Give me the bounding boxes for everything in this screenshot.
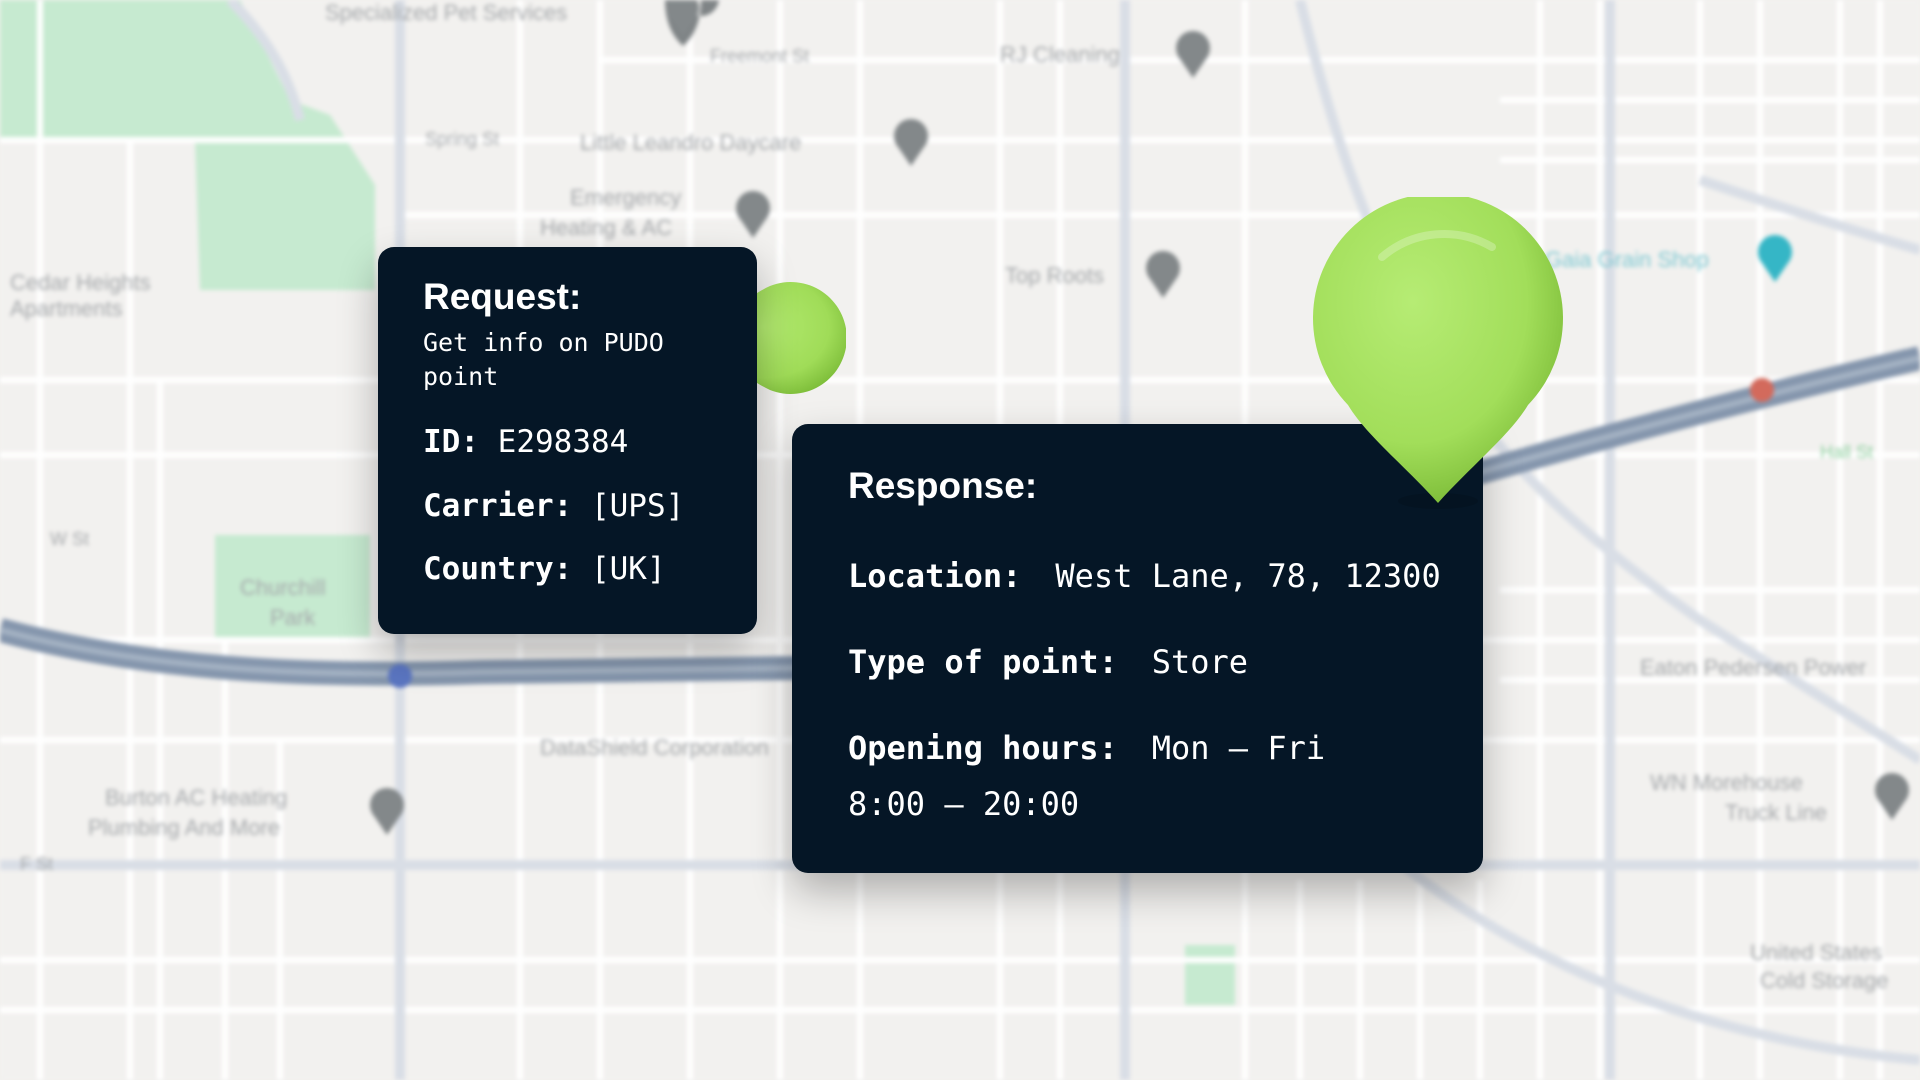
response-location-value: West Lane, 78, 12300	[1055, 556, 1441, 595]
svg-text:Park: Park	[270, 605, 316, 630]
location-pin-icon	[1313, 197, 1563, 509]
request-id-value: E298384	[497, 423, 629, 460]
svg-text:United States: United States	[1750, 940, 1882, 965]
svg-text:Truck Line: Truck Line	[1725, 800, 1827, 825]
svg-text:F St: F St	[20, 854, 53, 874]
response-hours-row: Opening hours: Mon – Fri	[848, 726, 1483, 770]
request-country-label: Country:	[423, 550, 573, 587]
svg-text:Cold Storage: Cold Storage	[1760, 968, 1888, 993]
svg-text:Burton AC Heating: Burton AC Heating	[105, 785, 287, 810]
svg-text:Cedar Heights: Cedar Heights	[10, 270, 151, 295]
svg-text:WN Morehouse: WN Morehouse	[1650, 770, 1803, 795]
request-id-row: ID: E298384	[423, 422, 757, 462]
request-country-row: Country: [UK]	[423, 549, 757, 589]
request-description: Get info on PUDO point	[423, 327, 664, 391]
request-carrier-label: Carrier:	[423, 487, 573, 524]
svg-text:Eaton Pedersen Power: Eaton Pedersen Power	[1640, 655, 1866, 680]
response-type-row: Type of point: Store	[848, 640, 1483, 684]
svg-text:Hall St: Hall St	[1820, 442, 1873, 462]
request-title: Request:	[423, 276, 582, 317]
svg-text:Specialized Pet Services: Specialized Pet Services	[325, 0, 567, 25]
response-location-label: Location:	[848, 556, 1022, 595]
response-location-row: Location: West Lane, 78, 12300	[848, 554, 1483, 598]
svg-text:Little Leandro Daycare: Little Leandro Daycare	[580, 130, 801, 155]
svg-text:W St: W St	[50, 529, 89, 549]
svg-text:RJ Cleaning: RJ Cleaning	[1000, 42, 1120, 67]
response-hours-label: Opening hours:	[848, 728, 1118, 767]
response-hours-value-time: 8:00 – 20:00	[848, 784, 1080, 823]
svg-text:Freemont St: Freemont St	[710, 46, 809, 66]
request-card: Request: Get info on PUDO point ID: E298…	[378, 247, 757, 634]
svg-text:Heating & AC: Heating & AC	[540, 215, 672, 240]
svg-text:Top Roots: Top Roots	[1005, 263, 1104, 288]
svg-text:Churchill: Churchill	[240, 575, 326, 600]
request-country-value: [UK]	[590, 550, 666, 587]
response-type-label: Type of point:	[848, 642, 1118, 681]
svg-text:Spring St: Spring St	[425, 129, 499, 149]
svg-text:Apartments: Apartments	[10, 296, 123, 321]
svg-text:Plumbing And More: Plumbing And More	[88, 815, 280, 840]
response-type-value: Store	[1151, 642, 1249, 681]
svg-text:Emergency: Emergency	[570, 185, 681, 210]
svg-text:DataShield Corporation: DataShield Corporation	[540, 735, 769, 760]
response-hours-value-days: Mon – Fri	[1151, 728, 1326, 767]
request-carrier-row: Carrier: [UPS]	[423, 486, 757, 526]
request-carrier-value: [UPS]	[590, 487, 685, 524]
request-id-label: ID:	[423, 423, 479, 460]
